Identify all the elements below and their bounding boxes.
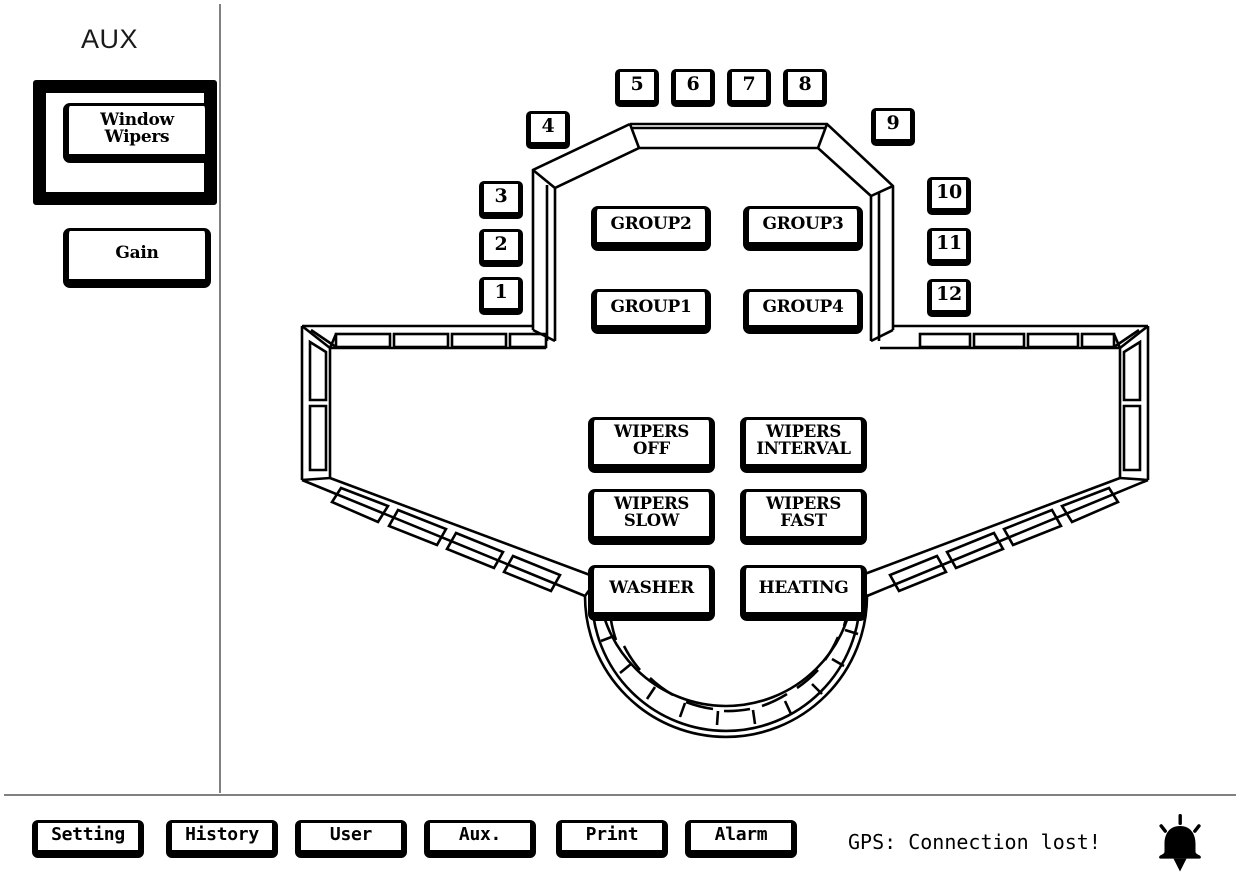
heating-button[interactable]: HEATING: [740, 565, 867, 621]
wipers-slow-button-label: WIPERS SLOW: [613, 494, 690, 530]
bridge-number-button-2-label: 2: [494, 233, 508, 256]
bridge-number-button-9[interactable]: 9: [871, 108, 915, 146]
bridge-number-button-2[interactable]: 2: [479, 229, 523, 267]
aux-button-gain-label: Gain: [115, 243, 159, 264]
group-button-1-label: GROUP1: [610, 296, 692, 317]
wipers-interval-button-label: WIPERS INTERVAL: [756, 422, 851, 458]
bridge-number-button-4[interactable]: 4: [526, 111, 570, 149]
wipers-slow-button[interactable]: WIPERS SLOW: [588, 489, 715, 545]
bridge-number-button-9-label: 9: [886, 112, 900, 135]
bridge-number-button-10-label: 10: [936, 181, 962, 204]
group-button-2[interactable]: GROUP2: [591, 206, 711, 251]
toolbar-button-aux-label: Aux.: [458, 824, 502, 846]
toolbar-button-setting[interactable]: Setting: [32, 820, 144, 858]
bridge-number-button-3[interactable]: 3: [479, 181, 523, 219]
wipers-fast-button[interactable]: WIPERS FAST: [740, 489, 867, 545]
toolbar-button-alarm-label: Alarm: [714, 824, 768, 846]
page-title: AUX: [80, 24, 139, 54]
bridge-number-button-8-label: 8: [798, 73, 812, 96]
bridge-number-button-12[interactable]: 12: [927, 279, 971, 317]
heating-button-label: HEATING: [758, 578, 849, 599]
horizontal-divider: [4, 794, 1236, 796]
bridge-number-button-1[interactable]: 1: [479, 277, 523, 315]
group-button-4[interactable]: GROUP4: [743, 289, 863, 334]
wipers-fast-button-label: WIPERS FAST: [765, 494, 842, 530]
bridge-number-button-6-label: 6: [686, 73, 700, 96]
wipers-off-button-label: WIPERS OFF: [613, 422, 690, 458]
bridge-number-button-11-label: 11: [936, 232, 962, 255]
toolbar-button-print-label: Print: [585, 824, 639, 846]
aux-button-window-wipers[interactable]: Window Wipers: [63, 103, 211, 163]
bridge-number-button-12-label: 12: [936, 283, 962, 306]
toolbar-button-user-label: User: [329, 824, 373, 846]
toolbar-button-aux[interactable]: Aux.: [424, 820, 536, 858]
bridge-number-button-8[interactable]: 8: [783, 69, 827, 107]
group-button-3[interactable]: GROUP3: [743, 206, 863, 251]
bridge-number-button-11[interactable]: 11: [927, 228, 971, 266]
toolbar-button-setting-label: Setting: [51, 824, 125, 846]
toolbar-button-history-label: History: [185, 824, 259, 846]
bridge-number-button-7-label: 7: [742, 73, 756, 96]
vertical-divider: [219, 4, 221, 793]
group-button-2-label: GROUP2: [610, 213, 692, 234]
bridge-number-button-5-label: 5: [630, 73, 644, 96]
bridge-number-button-4-label: 4: [541, 115, 555, 138]
bridge-number-button-7[interactable]: 7: [727, 69, 771, 107]
gps-status-text: GPS: Connection lost!: [848, 830, 1101, 854]
bridge-number-button-3-label: 3: [494, 185, 508, 208]
aux-button-gain[interactable]: Gain: [63, 228, 211, 288]
toolbar-button-history[interactable]: History: [166, 820, 278, 858]
group-button-1[interactable]: GROUP1: [591, 289, 711, 334]
aux-button-window-wipers-label: Window Wipers: [100, 109, 174, 147]
group-button-4-label: GROUP4: [762, 296, 844, 317]
bell-icon[interactable]: [1152, 814, 1208, 872]
wipers-off-button[interactable]: WIPERS OFF: [588, 417, 715, 473]
toolbar-button-user[interactable]: User: [295, 820, 407, 858]
bridge-number-button-10[interactable]: 10: [927, 177, 971, 215]
bridge-number-button-1-label: 1: [494, 281, 508, 304]
toolbar-button-print[interactable]: Print: [556, 820, 668, 858]
wipers-interval-button[interactable]: WIPERS INTERVAL: [740, 417, 867, 473]
bridge-number-button-5[interactable]: 5: [615, 69, 659, 107]
bridge-number-button-6[interactable]: 6: [671, 69, 715, 107]
washer-button-label: WASHER: [609, 578, 694, 599]
group-button-3-label: GROUP3: [762, 213, 844, 234]
washer-button[interactable]: WASHER: [588, 565, 715, 621]
toolbar-button-alarm[interactable]: Alarm: [685, 820, 797, 858]
